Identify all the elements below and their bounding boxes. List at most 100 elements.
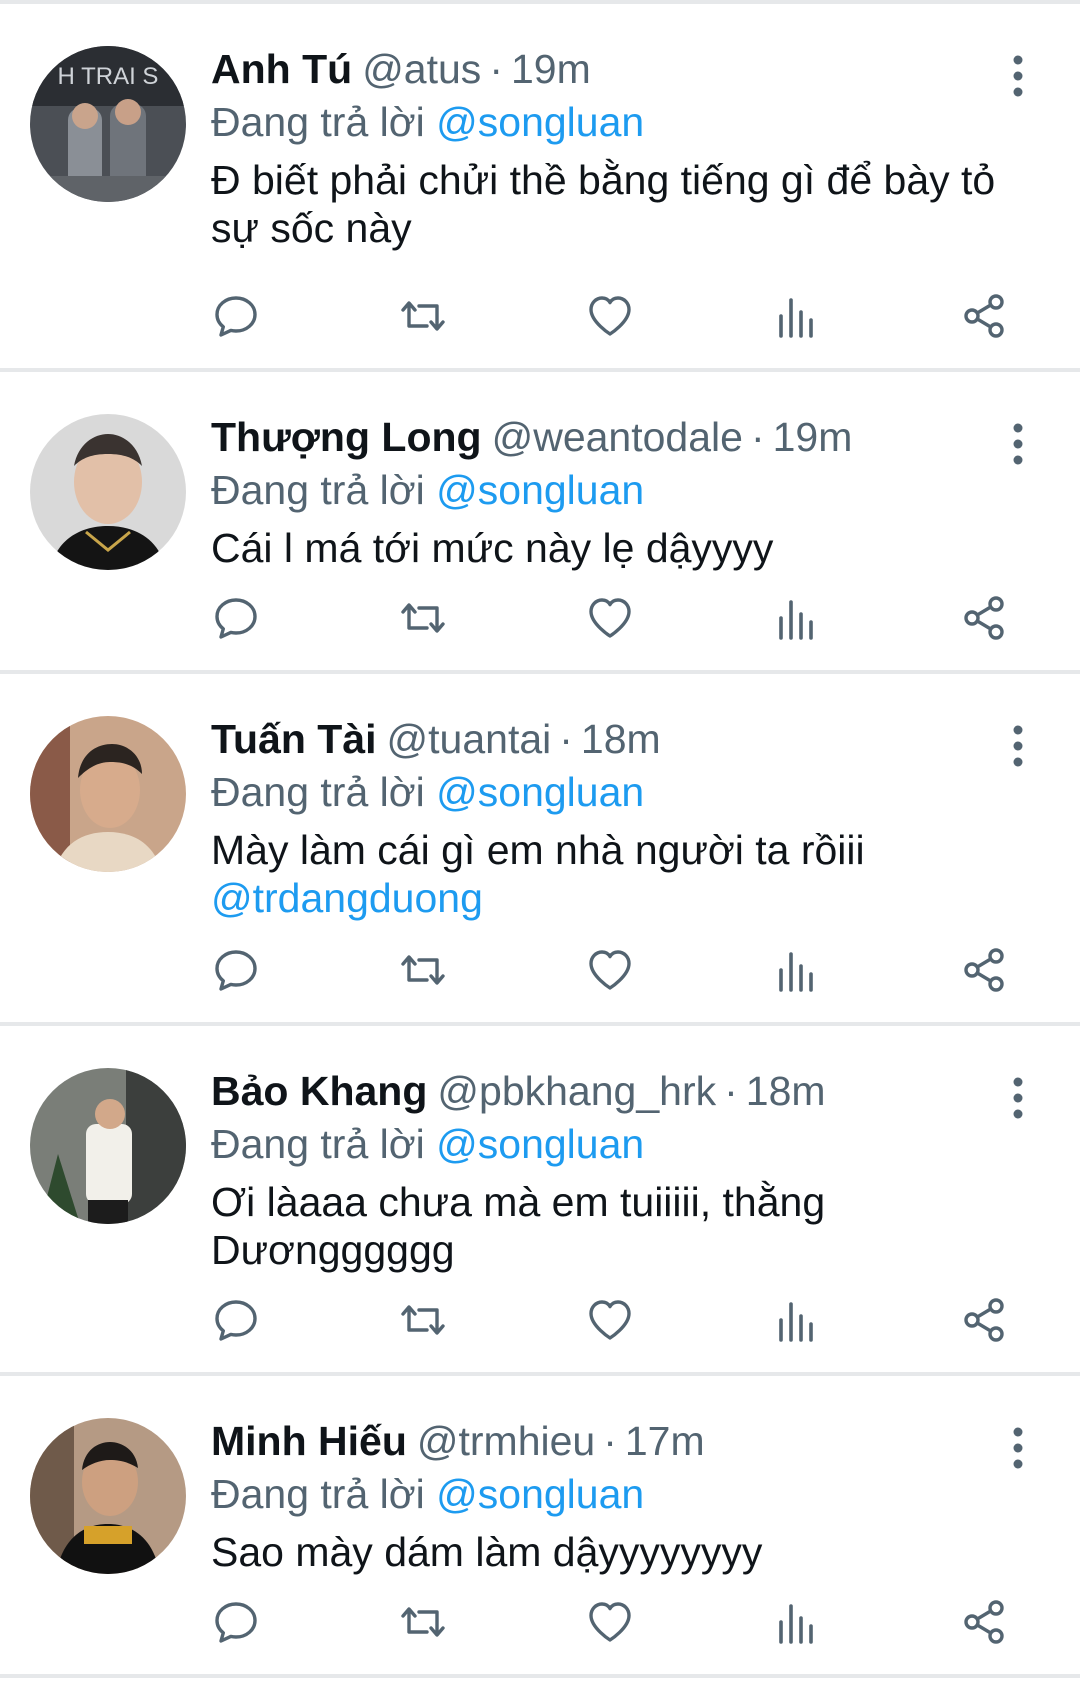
- reply-tweet[interactable]: Bảo Khang @pbkhang_hrk · 18m Đang trả lời @…: [0, 1026, 1080, 1376]
- timestamp[interactable]: 19m: [773, 414, 853, 460]
- timestamp[interactable]: 17m: [625, 1418, 705, 1464]
- reply-tweet[interactable]: H TRAI S Anh Tú @atus · 19m Đang trả lời @s…: [0, 4, 1080, 372]
- avatar-caption: H TRAI S: [58, 63, 159, 90]
- timestamp[interactable]: 18m: [746, 1068, 826, 1114]
- replying-to: Đang trả lời @songluan: [211, 96, 1040, 148]
- text-mention-link[interactable]: @trdangduong: [211, 875, 483, 921]
- heart-icon: [589, 1300, 631, 1340]
- share-button[interactable]: [954, 1592, 1014, 1652]
- avatar[interactable]: [30, 716, 186, 872]
- bar-chart-icon: [779, 600, 813, 640]
- display-name[interactable]: Bảo Khang: [211, 1068, 427, 1114]
- replying-to-label: Đang trả lời: [211, 467, 425, 513]
- retweet-button[interactable]: [393, 1290, 453, 1350]
- replying-to-label: Đang trả lời: [211, 1121, 425, 1167]
- vertical-dots-icon: [1013, 1077, 1023, 1119]
- user-handle[interactable]: @tuantai: [387, 716, 552, 762]
- user-handle[interactable]: @trmhieu: [417, 1418, 595, 1464]
- share-button[interactable]: [954, 588, 1014, 648]
- replying-to-label: Đang trả lời: [211, 1471, 425, 1517]
- display-name[interactable]: Tuấn Tài: [211, 716, 377, 762]
- reply-button[interactable]: [206, 588, 266, 648]
- like-button[interactable]: [580, 940, 640, 1000]
- user-handle[interactable]: @weantodale: [492, 414, 743, 460]
- vertical-dots-icon: [1013, 1427, 1023, 1469]
- like-button[interactable]: [580, 1290, 640, 1350]
- views-button[interactable]: [767, 286, 827, 346]
- retweet-button[interactable]: [393, 1592, 453, 1652]
- more-options-button[interactable]: [1008, 724, 1028, 768]
- separator-dot: ·: [724, 1068, 738, 1114]
- retweet-button[interactable]: [393, 940, 453, 1000]
- retweet-arrows-icon: [401, 1607, 445, 1637]
- reply-header: Tuấn Tài @tuantai · 18m: [211, 712, 1040, 766]
- replying-to-mention[interactable]: @songluan: [436, 1121, 644, 1167]
- comment-bubble-icon: [215, 950, 257, 991]
- replying-to-mention[interactable]: @songluan: [436, 467, 644, 513]
- reply-text: Cái l má tới mức này lẹ dậyyyy: [211, 525, 774, 571]
- share-button[interactable]: [954, 286, 1014, 346]
- reply-tweet[interactable]: Thượng Long @weantodale · 19m Đang trả lời …: [0, 372, 1080, 674]
- views-button[interactable]: [767, 1290, 827, 1350]
- share-button[interactable]: [954, 1290, 1014, 1350]
- bar-chart-icon: [779, 298, 813, 338]
- bar-chart-icon: [779, 952, 813, 992]
- like-button[interactable]: [580, 1592, 640, 1652]
- views-button[interactable]: [767, 940, 827, 1000]
- user-handle[interactable]: @pbkhang_hrk: [437, 1068, 716, 1114]
- share-nodes-icon: [964, 1600, 1004, 1644]
- views-button[interactable]: [767, 1592, 827, 1652]
- reply-text-main: Mày làm cái gì em nhà người ta rồiii: [211, 827, 865, 873]
- reply-text: Mày làm cái gì em nhà người ta rồiii @tr…: [211, 826, 1040, 922]
- comment-bubble-icon: [215, 598, 257, 639]
- vertical-dots-icon: [1013, 55, 1023, 97]
- vertical-dots-icon: [1013, 725, 1023, 767]
- replying-to: Đang trả lời @songluan: [211, 1468, 1040, 1520]
- replying-to: Đang trả lời @songluan: [211, 766, 1040, 818]
- reply-button[interactable]: [206, 940, 266, 1000]
- retweet-button[interactable]: [393, 286, 453, 346]
- reply-button[interactable]: [206, 1290, 266, 1350]
- avatar[interactable]: [30, 1418, 186, 1574]
- replying-to-mention[interactable]: @songluan: [436, 769, 644, 815]
- action-bar: [200, 1592, 1040, 1652]
- comment-bubble-icon: [215, 1300, 257, 1341]
- avatar[interactable]: [30, 1068, 186, 1224]
- views-button[interactable]: [767, 588, 827, 648]
- timestamp[interactable]: 19m: [511, 46, 591, 92]
- more-options-button[interactable]: [1008, 1076, 1028, 1120]
- replies-feed: H TRAI S Anh Tú @atus · 19m Đang trả lời @s…: [0, 0, 1080, 1682]
- reply-header: Thượng Long @weantodale · 19m: [211, 410, 1040, 464]
- reply-button[interactable]: [206, 286, 266, 346]
- reply-text: Đ biết phải chửi thề bằng tiếng gì để bà…: [211, 157, 996, 251]
- avatar[interactable]: [30, 414, 186, 570]
- share-nodes-icon: [964, 294, 1004, 338]
- display-name[interactable]: Minh Hiếu: [211, 1418, 407, 1464]
- heart-icon: [589, 598, 631, 638]
- like-button[interactable]: [580, 588, 640, 648]
- replying-to-label: Đang trả lời: [211, 769, 425, 815]
- avatar[interactable]: H TRAI S: [30, 46, 186, 202]
- display-name[interactable]: Anh Tú: [211, 46, 352, 92]
- replying-to-mention[interactable]: @songluan: [436, 1471, 644, 1517]
- timestamp[interactable]: 18m: [581, 716, 661, 762]
- like-button[interactable]: [580, 286, 640, 346]
- share-nodes-icon: [964, 1298, 1004, 1342]
- reply-header: Minh Hiếu @trmhieu · 17m: [211, 1414, 1040, 1468]
- more-options-button[interactable]: [1008, 422, 1028, 466]
- more-options-button[interactable]: [1008, 1426, 1028, 1470]
- display-name[interactable]: Thượng Long: [211, 414, 482, 460]
- retweet-button[interactable]: [393, 588, 453, 648]
- reply-text: Ơi làaaa chưa mà em tuiiiii, thằng Dương…: [211, 1179, 826, 1273]
- share-nodes-icon: [964, 596, 1004, 640]
- share-button[interactable]: [954, 940, 1014, 1000]
- reply-button[interactable]: [206, 1592, 266, 1652]
- heart-icon: [589, 1602, 631, 1642]
- replying-to-mention[interactable]: @songluan: [436, 99, 644, 145]
- vertical-dots-icon: [1013, 423, 1023, 465]
- heart-icon: [589, 296, 631, 336]
- user-handle[interactable]: @atus: [362, 46, 481, 92]
- more-options-button[interactable]: [1008, 54, 1028, 98]
- reply-tweet[interactable]: Minh Hiếu @trmhieu · 17m Đang trả lời @song…: [0, 1376, 1080, 1678]
- reply-tweet[interactable]: Tuấn Tài @tuantai · 18m Đang trả lời @songl…: [0, 674, 1080, 1026]
